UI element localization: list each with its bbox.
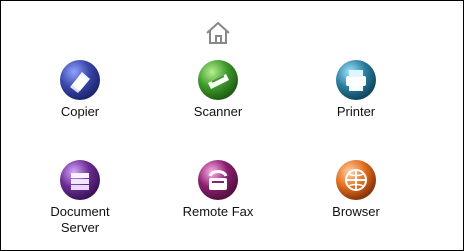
app-label: Copier — [60, 104, 100, 119]
home-icon[interactable] — [204, 20, 232, 46]
app-remote-fax[interactable]: Remote Fax — [173, 158, 263, 220]
scanner-icon — [198, 60, 238, 100]
app-label: Remote Fax — [182, 204, 254, 219]
printer-icon — [336, 60, 376, 100]
home-screen: Copier Scanner Printer Document Server R… — [0, 0, 464, 251]
remote-fax-icon — [198, 160, 238, 200]
document-server-icon — [60, 160, 100, 200]
app-browser[interactable]: Browser — [311, 158, 401, 220]
app-scanner[interactable]: Scanner — [173, 58, 263, 120]
app-label: Printer — [336, 104, 376, 119]
app-copier[interactable]: Copier — [35, 58, 125, 120]
browser-icon — [336, 160, 376, 200]
app-label: Browser — [332, 204, 380, 219]
app-label: Scanner — [193, 104, 243, 119]
app-document-server[interactable]: Document Server — [35, 158, 125, 236]
copier-icon — [60, 60, 100, 100]
app-printer[interactable]: Printer — [311, 58, 401, 120]
app-label: Document Server — [50, 204, 110, 235]
